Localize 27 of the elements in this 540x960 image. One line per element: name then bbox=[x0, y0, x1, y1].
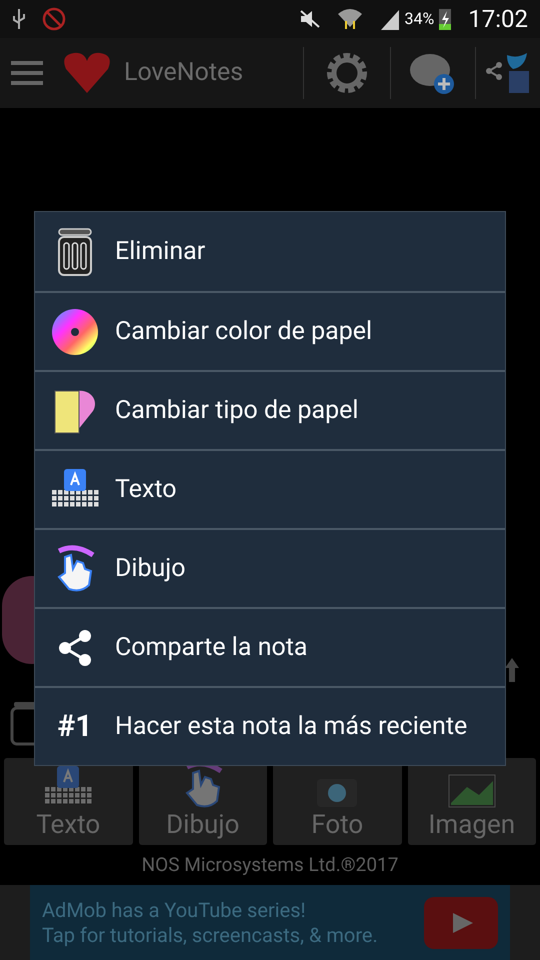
menu-item[interactable]: Cambiar tipo de papel bbox=[35, 370, 505, 449]
mute-icon bbox=[298, 9, 321, 29]
menu-item[interactable]: Eliminar bbox=[35, 212, 505, 291]
heart-logo-icon bbox=[62, 51, 112, 95]
menu-item[interactable]: #1 Hacer esta nota la más reciente bbox=[35, 686, 505, 765]
wifi-icon bbox=[336, 7, 363, 31]
color-wheel-icon bbox=[51, 308, 99, 356]
clock: 17:02 bbox=[468, 4, 528, 35]
number-one-icon: #1 bbox=[58, 712, 92, 742]
ad-description: Tap for tutorials, screencasts, & more. bbox=[42, 922, 379, 948]
image-icon bbox=[446, 772, 497, 808]
menu-item[interactable]: Comparte la nota bbox=[35, 607, 505, 686]
signal-icon bbox=[378, 8, 401, 30]
arrow-up-icon bbox=[503, 656, 521, 684]
copyright-text: NOS Microsystems Ltd.®2017 bbox=[142, 852, 398, 878]
battery-icon bbox=[438, 7, 452, 31]
play-icon bbox=[424, 896, 498, 948]
app-title: LoveNotes bbox=[124, 57, 244, 90]
menu-item[interactable]: Cambiar color de papel bbox=[35, 291, 505, 370]
blocked-icon bbox=[42, 7, 66, 31]
battery-percent: 34% bbox=[404, 8, 434, 30]
menu-item[interactable]: Texto bbox=[35, 449, 505, 528]
ad-headline: AdMob has a YouTube series! bbox=[42, 898, 307, 922]
usb-icon bbox=[12, 8, 26, 30]
settings-icon bbox=[324, 50, 370, 96]
menu-icon bbox=[11, 60, 43, 86]
menu-item[interactable]: Dibujo bbox=[35, 528, 505, 607]
